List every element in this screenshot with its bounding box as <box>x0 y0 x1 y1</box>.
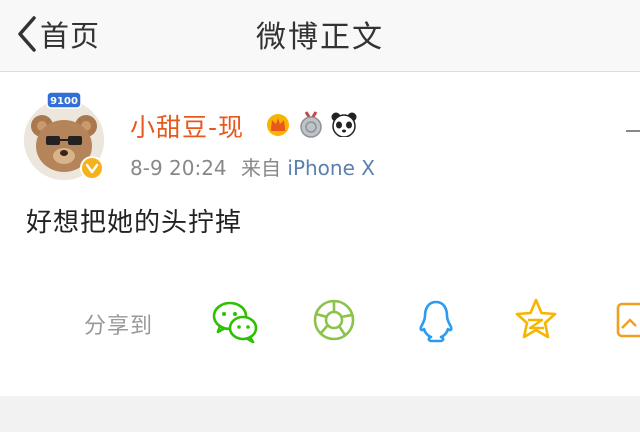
medal-badge-icon <box>298 110 324 142</box>
username[interactable]: 小甜豆-现 <box>130 108 244 144</box>
image-icon[interactable] <box>614 296 640 346</box>
moments-icon[interactable] <box>312 296 362 346</box>
nav-header: 首页 微博正文 <box>0 0 640 72</box>
svg-text:9100: 9100 <box>50 96 78 107</box>
post-timestamp: 8-9 20:24 <box>130 156 227 180</box>
verified-badge-icon <box>80 156 104 180</box>
crown-badge-icon <box>264 111 292 141</box>
bottom-divider <box>0 396 640 432</box>
post-content: 好想把她的头拧掉 <box>26 208 243 238</box>
avatar-badge: 9100 <box>46 90 82 110</box>
page-title: 微博正文 <box>256 20 384 55</box>
source-prefix: 来自 <box>241 156 282 180</box>
post-meta: 8-9 20:24 来自 iPhone X <box>130 152 375 181</box>
qzone-icon[interactable] <box>514 296 564 346</box>
qq-icon[interactable] <box>414 296 464 346</box>
post-source[interactable]: iPhone X <box>287 156 375 180</box>
user-badges <box>264 110 358 142</box>
share-label: 分享到 <box>84 314 154 339</box>
wechat-icon[interactable] <box>210 296 260 346</box>
panda-badge-icon <box>330 111 358 141</box>
more-menu-icon[interactable] <box>626 130 640 132</box>
